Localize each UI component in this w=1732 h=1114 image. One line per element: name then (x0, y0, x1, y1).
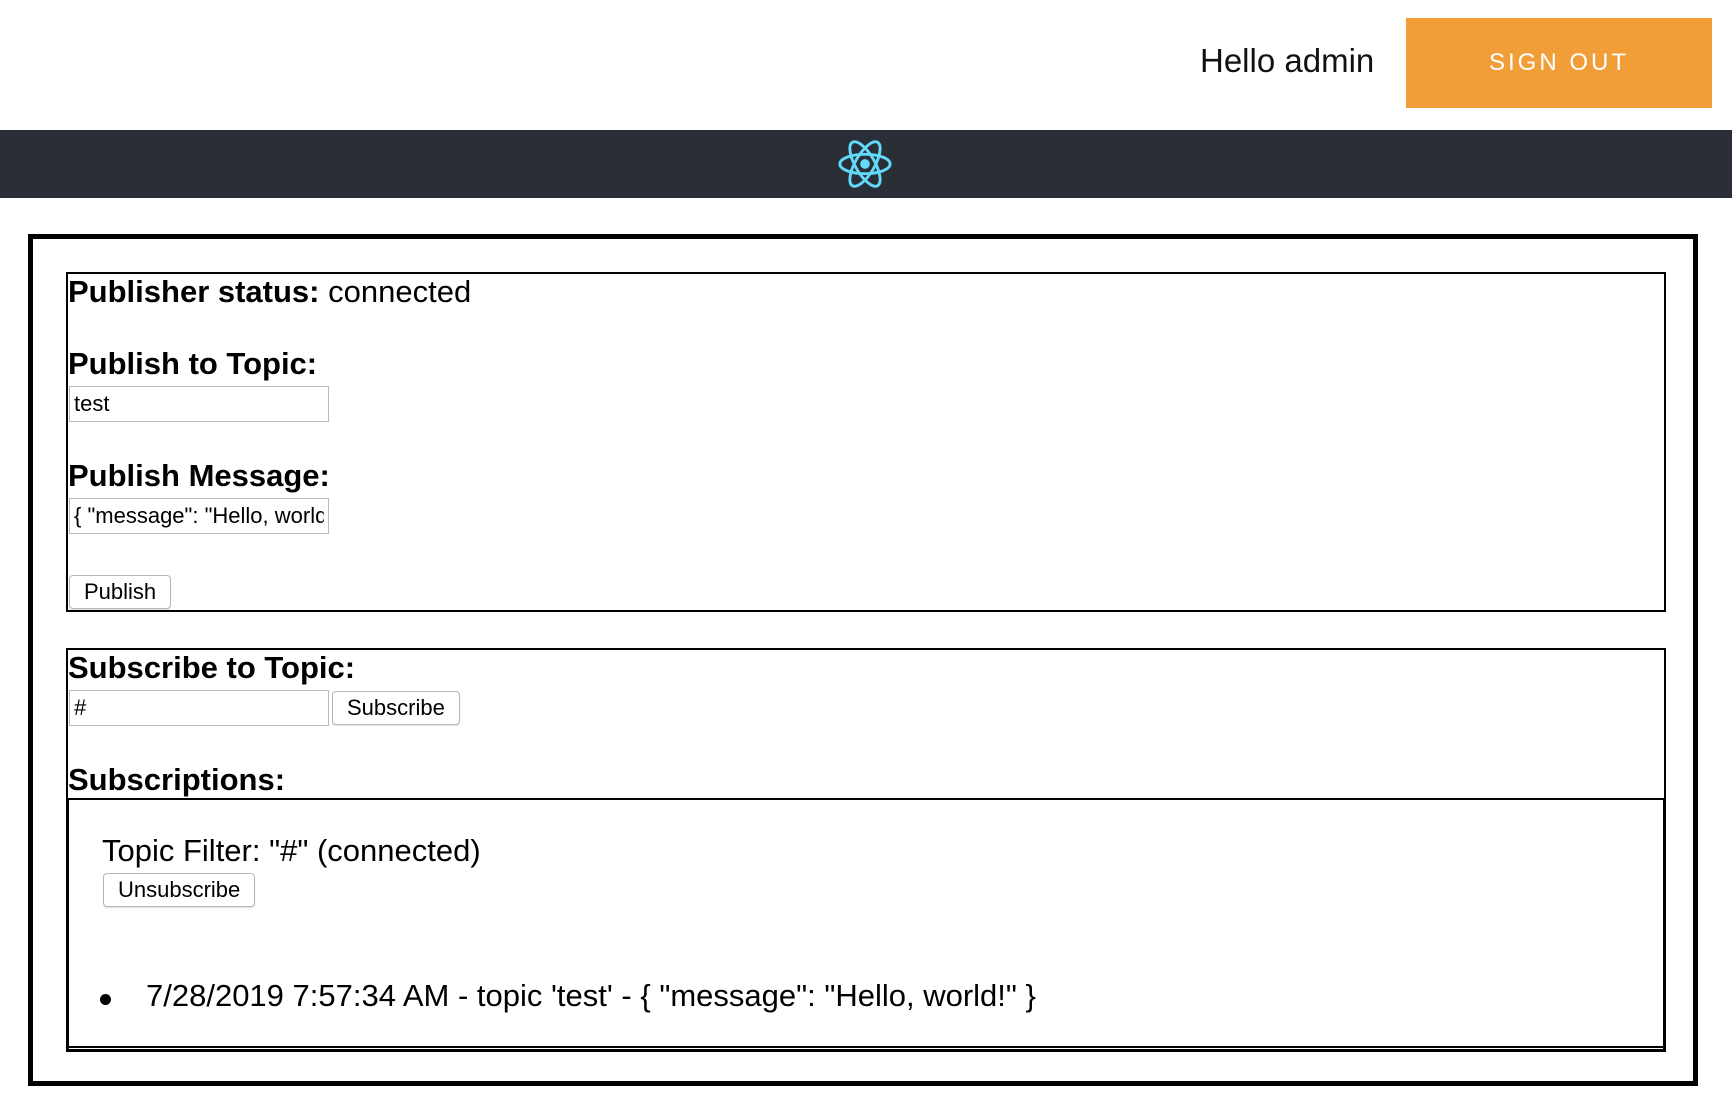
list-item: 7/28/2019 7:57:34 AM - topic 'test' - { … (96, 978, 1036, 1014)
message-list: 7/28/2019 7:57:34 AM - topic 'test' - { … (96, 978, 1036, 1014)
publish-message-label: Publish Message: (68, 458, 330, 493)
topic-filter-text: Topic Filter: "#" (connected) (102, 833, 481, 868)
greeting-text: Hello admin (1200, 42, 1375, 79)
publish-topic-input[interactable] (69, 386, 329, 422)
subscriptions-label: Subscriptions: (68, 762, 286, 797)
bullet-icon (100, 994, 111, 1005)
publisher-panel (66, 272, 1666, 612)
subscribe-topic-input[interactable] (69, 690, 329, 726)
publish-message-input[interactable] (69, 498, 329, 534)
publish-button[interactable]: Publish (69, 575, 172, 609)
publisher-status-label: Publisher status: (68, 274, 320, 309)
subscribe-button[interactable]: Subscribe (332, 691, 460, 725)
react-atom-icon (838, 140, 892, 188)
unsubscribe-button[interactable]: Unsubscribe (103, 873, 256, 907)
top-bar: Hello admin SIGN OUT (0, 0, 1732, 130)
publish-topic-label: Publish to Topic: (68, 346, 318, 381)
message-text: 7/28/2019 7:57:34 AM - topic 'test' - { … (146, 978, 1036, 1013)
subscribe-topic-label: Subscribe to Topic: (68, 650, 356, 685)
publisher-status: Publisher status: connected (68, 274, 471, 310)
sign-out-button[interactable]: SIGN OUT (1406, 18, 1712, 108)
publisher-status-value: connected (328, 274, 472, 309)
